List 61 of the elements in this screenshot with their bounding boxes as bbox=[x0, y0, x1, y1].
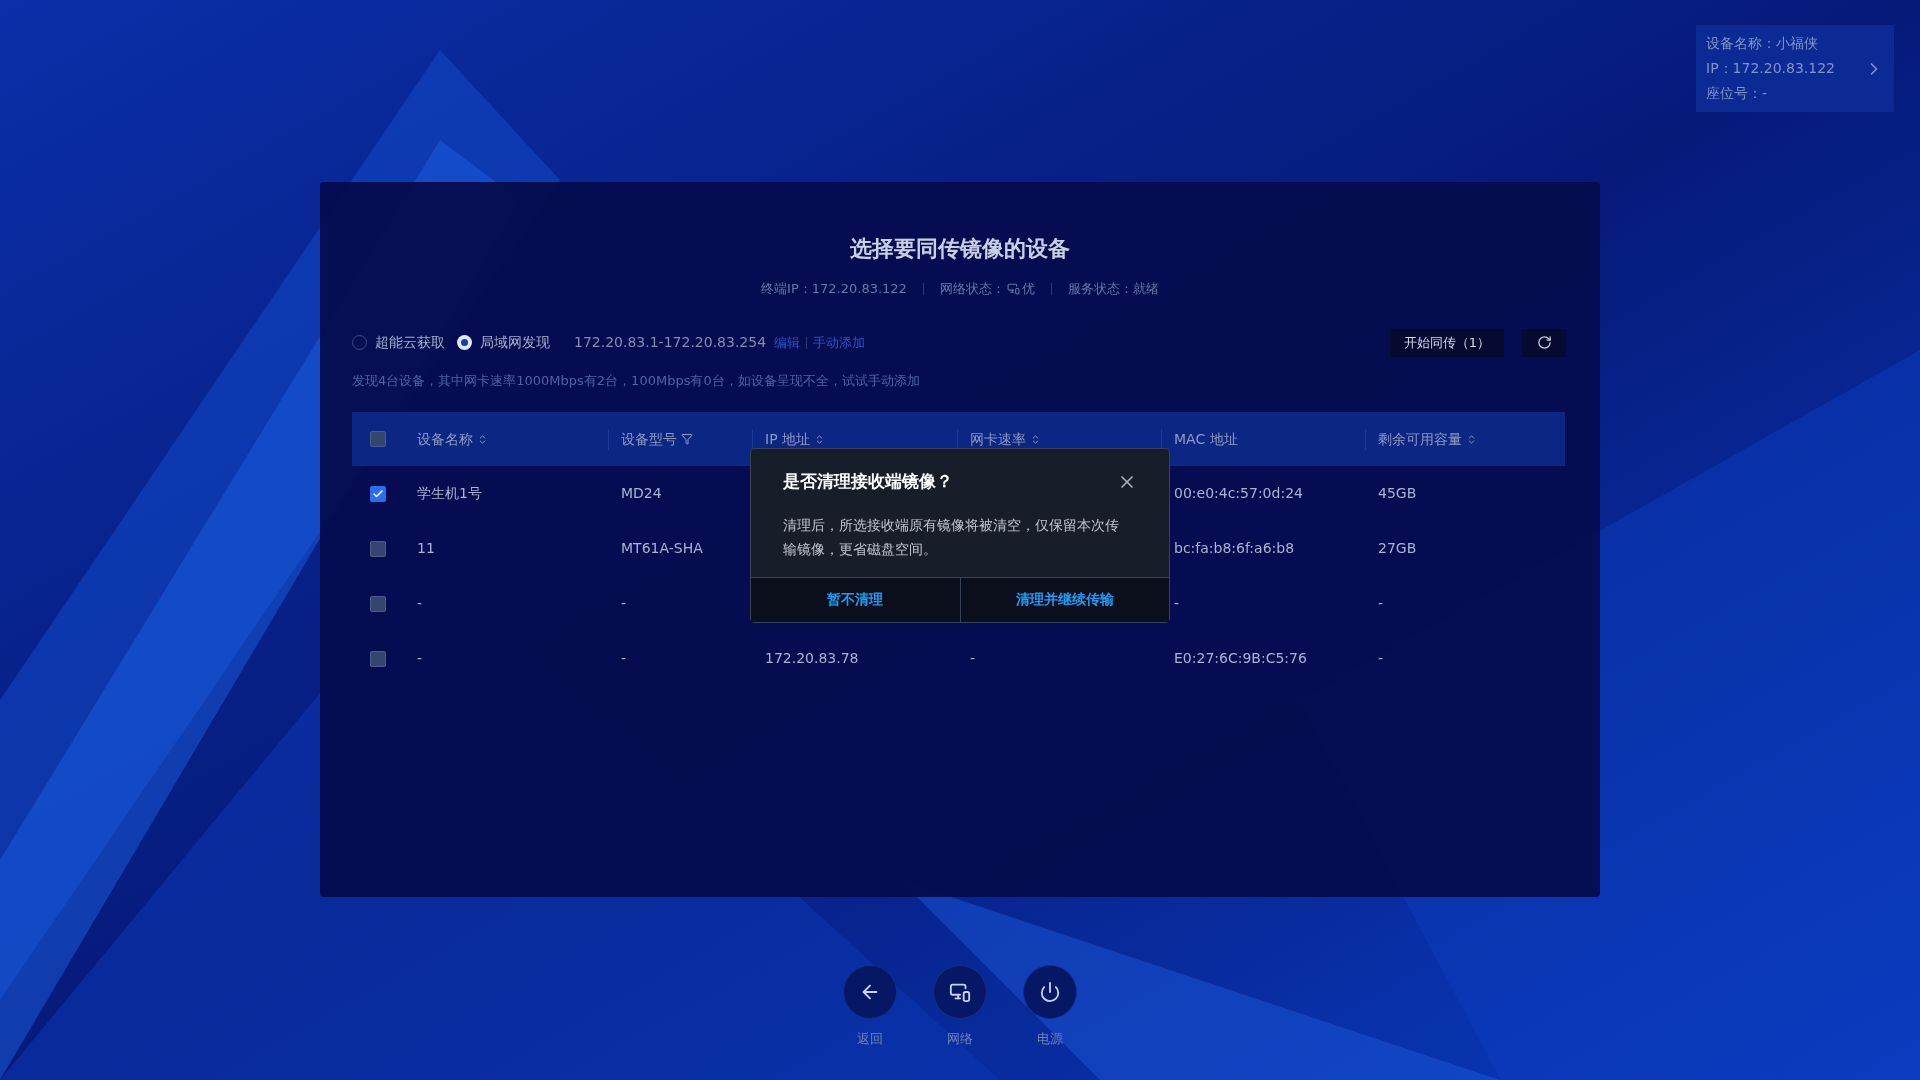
dock-label: 电源 bbox=[1037, 1030, 1063, 1048]
table-cell: - bbox=[417, 650, 423, 666]
column-header: MAC 地址 bbox=[1174, 429, 1238, 449]
table-cell: - bbox=[1378, 650, 1384, 666]
power-icon bbox=[1039, 981, 1061, 1003]
status-text: 网络状态： bbox=[939, 280, 1005, 298]
table-cell: MD24 bbox=[621, 485, 662, 501]
refresh-icon bbox=[1536, 335, 1552, 350]
column-header: IP 地址 bbox=[765, 429, 811, 449]
checkbox[interactable] bbox=[370, 595, 386, 612]
check-icon bbox=[372, 487, 384, 500]
table-cell: 学生机1号 bbox=[417, 485, 482, 501]
device-info-text: IP：172.20.83.122 bbox=[1706, 59, 1836, 78]
column-header: 设备型号 bbox=[621, 429, 677, 449]
table-cell: - bbox=[621, 650, 627, 666]
checkbox[interactable] bbox=[370, 485, 386, 502]
device-info-text: 座位号：- bbox=[1706, 84, 1769, 103]
refresh-button[interactable] bbox=[1522, 328, 1566, 357]
panel-title: 选择要同传镜像的设备 bbox=[849, 235, 1071, 263]
column-header: 网卡速率 bbox=[970, 429, 1026, 449]
radio[interactable] bbox=[457, 335, 472, 350]
device-info-card[interactable]: 设备名称：小福侠 IP：172.20.83.122 座位号：- bbox=[1696, 25, 1894, 112]
status-value: 优 bbox=[1021, 280, 1035, 298]
checkbox[interactable] bbox=[370, 540, 386, 557]
table-cell: - bbox=[970, 650, 976, 666]
table-cell: - bbox=[417, 595, 423, 611]
table-cell: - bbox=[1378, 595, 1384, 611]
start-button[interactable]: 开始同传（1） bbox=[1389, 328, 1504, 357]
table-cell: 45GB bbox=[1378, 485, 1417, 501]
table-cell: - bbox=[621, 595, 627, 611]
checkbox[interactable] bbox=[370, 431, 386, 447]
dialog-title: 是否清理接收端镜像？ bbox=[783, 470, 953, 493]
radio-option[interactable]: 超能云获取 bbox=[352, 332, 445, 353]
summary-text: 发现4台设备，其中网卡速率1000Mbps有2台，100Mbps有0台，如设备呈现不全，试试手动添加 bbox=[352, 371, 921, 390]
checkbox[interactable] bbox=[370, 650, 386, 667]
dialog-button[interactable]: 清理并继续传输 bbox=[959, 577, 1169, 622]
column-header: 设备名称 bbox=[417, 429, 473, 449]
monitor-icon bbox=[1006, 282, 1020, 296]
table-cell: 27GB bbox=[1378, 540, 1417, 556]
table-cell: - bbox=[1174, 595, 1180, 611]
device-info-text: 设备名称：小福侠 bbox=[1706, 34, 1819, 53]
sort-icon[interactable] bbox=[477, 433, 488, 445]
ip-range-text: 172.20.83.1-172.20.83.254 bbox=[574, 333, 767, 352]
sort-icon[interactable] bbox=[1030, 433, 1041, 445]
table-cell: bc:fa:b8:6f:a6:b8 bbox=[1174, 540, 1295, 556]
filter-icon[interactable] bbox=[681, 433, 693, 445]
radio-option[interactable]: 局域网发现 bbox=[457, 332, 550, 353]
status-text: 服务状态：就绪 bbox=[1067, 280, 1159, 298]
table-cell: 172.20.83.78 bbox=[765, 650, 859, 666]
table-cell: 00:e0:4c:57:0d:24 bbox=[1174, 485, 1303, 501]
column-header: 剩余可用容量 bbox=[1378, 429, 1462, 449]
dialog-message: 清理后，所选接收端原有镜像将被清空，仅保留本次传输镜像，更省磁盘空间。 bbox=[782, 515, 1120, 559]
dock-label: 网络 bbox=[947, 1030, 973, 1048]
dock-label: 返回 bbox=[857, 1030, 883, 1048]
dialog-button[interactable]: 暂不清理 bbox=[751, 577, 960, 622]
table-cell: E0:27:6C:9B:C5:76 bbox=[1174, 650, 1307, 666]
table-cell: MT61A-SHA bbox=[621, 540, 703, 556]
table-cell: 11 bbox=[417, 540, 435, 556]
sort-icon[interactable] bbox=[1466, 433, 1477, 445]
status-text: 终端IP：172.20.83.122 bbox=[761, 280, 907, 298]
monitor-icon bbox=[949, 981, 971, 1003]
